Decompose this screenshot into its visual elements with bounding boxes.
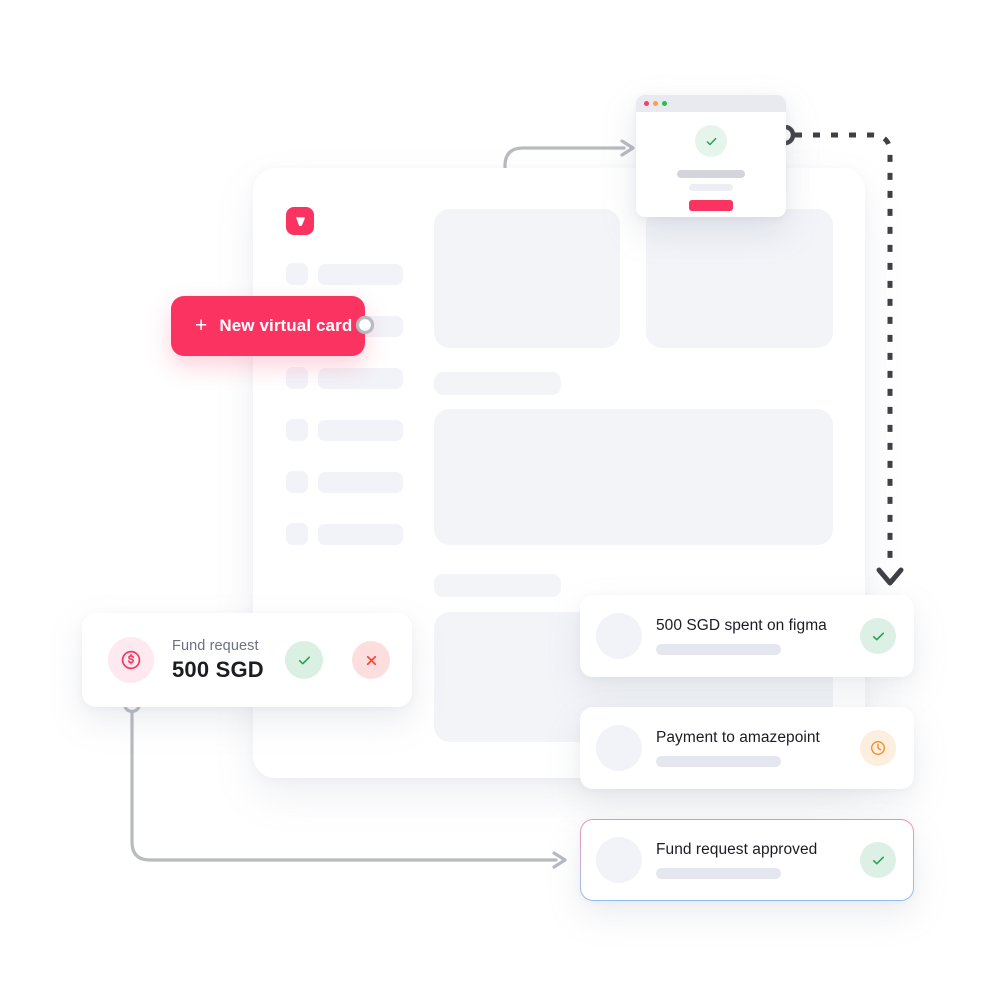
skeleton-nav-label (318, 523, 403, 545)
skeleton-nav-icon (286, 367, 308, 389)
fund-request-card: Fund request 500 SGD (82, 613, 412, 707)
skeleton-nav-row (286, 523, 403, 545)
notification-subtext-placeholder (656, 868, 781, 879)
confirmation-modal (636, 95, 786, 217)
new-virtual-card-button[interactable]: + New virtual card (171, 296, 365, 356)
skeleton-text-block (434, 574, 561, 597)
modal-confirm-button[interactable] (689, 200, 733, 211)
notification-title: Fund request approved (656, 841, 818, 858)
notification-title: 500 SGD spent on figma (656, 617, 827, 634)
avatar (596, 837, 642, 883)
arrowhead-to-list (876, 567, 904, 586)
notification-card-highlighted[interactable]: Fund request approved (580, 819, 914, 901)
skeleton-nav-label (318, 471, 403, 493)
modal-title-bar (636, 95, 786, 112)
fund-request-amount: 500 SGD (172, 656, 264, 682)
notification-text: Payment to amazepoint (656, 729, 846, 767)
skeleton-text-block (434, 372, 561, 395)
check-icon (860, 618, 896, 654)
skeleton-nav-icon (286, 263, 308, 285)
skeleton-nav-icon (286, 471, 308, 493)
skeleton-nav-icon (286, 419, 308, 441)
modal-body (636, 112, 786, 211)
modal-heading-placeholder (677, 170, 745, 178)
notification-text: Fund request approved (656, 841, 846, 879)
notification-title: Payment to amazepoint (656, 729, 820, 746)
v-logo-icon (286, 207, 314, 235)
skeleton-nav-row (286, 263, 403, 285)
maximize-dot-icon[interactable] (662, 101, 667, 106)
close-dot-icon[interactable] (644, 101, 649, 106)
fund-request-label: Fund request (172, 637, 259, 654)
skeleton-nav-label (318, 263, 403, 285)
illustration-stage: + New virtual card Fund request 500 SGD … (0, 0, 1000, 1000)
fund-request-text: Fund request 500 SGD (172, 638, 267, 683)
skeleton-nav-label (318, 367, 403, 389)
check-icon (860, 842, 896, 878)
reject-button[interactable] (352, 641, 390, 679)
notification-subtext-placeholder (656, 644, 781, 655)
modal-subtext-placeholder (689, 184, 733, 191)
notification-subtext-placeholder (656, 756, 781, 767)
skeleton-nav-label (318, 419, 403, 441)
skeleton-nav-icon (286, 523, 308, 545)
notification-card[interactable]: 500 SGD spent on figma (580, 595, 914, 677)
new-virtual-card-label: New virtual card (219, 316, 353, 335)
check-icon (695, 125, 727, 157)
notification-text: 500 SGD spent on figma (656, 617, 846, 655)
skeleton-nav-row (286, 367, 403, 389)
clock-icon (860, 730, 896, 766)
skeleton-nav-row (286, 419, 403, 441)
dollar-coin-icon (108, 637, 154, 683)
minimize-dot-icon[interactable] (653, 101, 658, 106)
avatar (596, 725, 642, 771)
skeleton-card-block (434, 209, 620, 348)
arrowhead-to-modal (620, 139, 635, 157)
arrowhead-to-notification (552, 851, 567, 869)
avatar (596, 613, 642, 659)
notification-card[interactable]: Payment to amazepoint (580, 707, 914, 789)
skeleton-card-block (646, 209, 833, 348)
skeleton-nav-row (286, 471, 403, 493)
approve-button[interactable] (285, 641, 323, 679)
skeleton-table-block (434, 409, 833, 545)
plus-icon: + (195, 313, 208, 337)
